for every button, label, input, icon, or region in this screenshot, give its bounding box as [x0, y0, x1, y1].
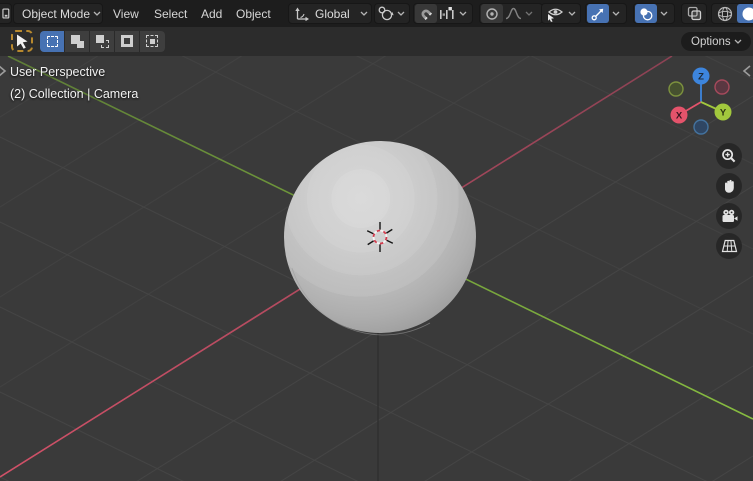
- hand-icon: [722, 179, 737, 194]
- menu-object[interactable]: Object: [231, 0, 276, 27]
- mode-dropdown[interactable]: Object Mode: [13, 3, 103, 24]
- falloff-curve-icon[interactable]: [505, 7, 522, 20]
- snap-toggle-button[interactable]: [415, 4, 437, 23]
- camera-icon: [721, 209, 738, 224]
- shading-mode-group: [711, 3, 753, 24]
- viewport-3d[interactable]: Z X Y User Perspective (2) Collection | …: [0, 56, 753, 481]
- shading-wireframe-button[interactable]: [713, 4, 737, 23]
- blender-window: Object Mode View Select Add Object Globa…: [0, 0, 753, 481]
- pan-button[interactable]: [716, 173, 742, 199]
- viewport-header: Object Mode View Select Add Object Globa…: [0, 0, 753, 27]
- select-extend-icon: [71, 35, 84, 48]
- chevron-down-icon[interactable]: [456, 11, 470, 16]
- proportional-editing-toggle[interactable]: [481, 4, 503, 23]
- menu-select[interactable]: Select: [149, 0, 192, 27]
- gizmo-x-label: X: [676, 110, 683, 121]
- viewport-overlay-text: User Perspective (2) Collection | Camera: [10, 61, 138, 105]
- gizmo-axis-neg-y[interactable]: [669, 82, 683, 96]
- snap-group: [413, 3, 473, 24]
- viewport-gizmos-icon: [591, 7, 605, 21]
- select-subtract-icon: [96, 35, 109, 48]
- gizmo-axis-neg-x[interactable]: [715, 80, 729, 94]
- tool-settings-bar: Options: [0, 27, 753, 56]
- zoom-icon: [721, 148, 737, 164]
- snap-magnet-icon: [419, 7, 433, 21]
- chevron-down-icon[interactable]: [657, 11, 671, 16]
- select-invert-icon: [121, 35, 134, 48]
- pivot-point-dropdown[interactable]: [374, 3, 410, 24]
- show-gizmos-toggle[interactable]: [587, 4, 609, 23]
- editor-type-button[interactable]: [0, 3, 12, 24]
- orientation-label: Global: [310, 7, 357, 21]
- chevron-down-icon: [731, 39, 745, 44]
- toggle-xray-icon: [687, 6, 702, 21]
- camera-view-button[interactable]: [716, 203, 742, 229]
- gizmo-y-label: Y: [720, 107, 727, 118]
- select-mode-set[interactable]: [40, 31, 65, 52]
- cursor-arrow-icon: [16, 34, 29, 49]
- toggle-ortho-button[interactable]: [716, 233, 742, 259]
- editor-type-3d-viewport-icon: [0, 4, 11, 23]
- viewport-overlays-icon: [639, 7, 653, 21]
- chevron-down-icon: [565, 11, 579, 16]
- active-tool-select-box[interactable]: [11, 30, 33, 52]
- active-object-text: (2) Collection | Camera: [10, 83, 138, 105]
- viewport-nav-buttons: [716, 143, 743, 259]
- chevron-down-icon[interactable]: [609, 11, 623, 16]
- transform-orientation-icon: [294, 7, 310, 21]
- menu-view[interactable]: View: [108, 0, 144, 27]
- select-mode-subtract[interactable]: [90, 31, 115, 52]
- select-mode-intersect[interactable]: [140, 31, 165, 52]
- snap-increment-icon[interactable]: [439, 7, 456, 20]
- transform-orientation-dropdown[interactable]: Global: [288, 3, 372, 24]
- pivot-point-icon: [378, 6, 394, 21]
- object-visibility-dropdown[interactable]: [541, 3, 581, 24]
- menu-add[interactable]: Add: [196, 0, 227, 27]
- select-intersect-icon: [146, 35, 159, 48]
- viewport-canvas[interactable]: Z X Y: [0, 56, 753, 481]
- proportional-editing-group: [479, 3, 543, 24]
- proportional-editing-icon: [485, 7, 499, 21]
- select-mode-invert[interactable]: [115, 31, 140, 52]
- toggle-xray-button[interactable]: [681, 3, 707, 24]
- wireframe-sphere-icon: [717, 6, 733, 22]
- gizmos-group: [585, 3, 627, 24]
- chevron-down-icon: [394, 11, 408, 16]
- view-name-text: User Perspective: [10, 61, 138, 83]
- zoom-button[interactable]: [716, 143, 742, 169]
- perspective-grid-icon: [721, 239, 738, 253]
- gizmo-axis-neg-z[interactable]: [694, 120, 708, 134]
- chevron-down-icon: [357, 11, 371, 16]
- toolbar-expand-arrow-icon[interactable]: [0, 64, 7, 81]
- options-dropdown[interactable]: Options: [681, 32, 751, 51]
- gizmo-z-label: Z: [698, 71, 704, 82]
- navigation-gizmo[interactable]: Z X Y: [669, 68, 732, 135]
- chevron-down-icon[interactable]: [522, 11, 536, 16]
- select-mode-group: [40, 31, 165, 52]
- select-set-icon: [47, 36, 58, 47]
- show-overlays-toggle[interactable]: [635, 4, 657, 23]
- show-object-types-eye-icon: [546, 6, 565, 22]
- sidebar-expand-arrow-icon[interactable]: [742, 64, 752, 81]
- solid-sphere-icon: [741, 6, 753, 22]
- chevron-down-icon: [90, 11, 104, 16]
- mode-dropdown-label: Object Mode: [14, 7, 90, 21]
- options-label: Options: [691, 36, 731, 48]
- select-mode-extend[interactable]: [65, 31, 90, 52]
- overlays-group: [633, 3, 675, 24]
- shading-solid-button[interactable]: [737, 4, 753, 23]
